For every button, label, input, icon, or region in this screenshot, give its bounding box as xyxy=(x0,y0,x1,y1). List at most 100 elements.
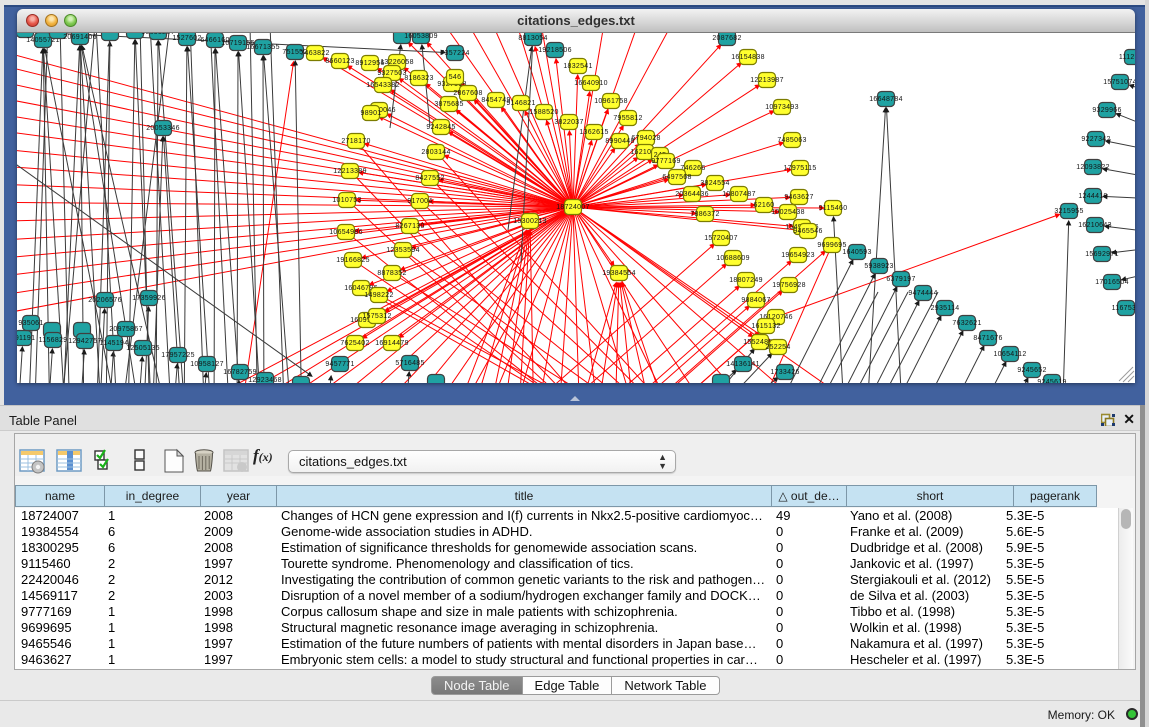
svg-text:62160: 62160 xyxy=(754,202,775,209)
svg-text:12923468: 12923468 xyxy=(248,377,282,383)
svg-text:9242845: 9242845 xyxy=(426,124,455,131)
svg-text:10025438: 10025438 xyxy=(771,209,805,216)
svg-text:1112345: 1112345 xyxy=(1119,54,1135,61)
svg-text:2718170: 2718170 xyxy=(341,138,370,145)
svg-text:2935114: 2935114 xyxy=(931,305,960,312)
svg-text:546: 546 xyxy=(449,74,462,81)
svg-text:9227342: 9227342 xyxy=(1081,136,1110,143)
svg-text:20691406: 20691406 xyxy=(63,34,97,41)
svg-text:16543382: 16543382 xyxy=(366,82,400,89)
svg-text:1588520: 1588520 xyxy=(529,109,558,116)
svg-text:10961758: 10961758 xyxy=(594,98,628,105)
svg-text:16210643: 16210643 xyxy=(1078,222,1112,229)
svg-text:9115460: 9115460 xyxy=(819,205,848,212)
svg-text:19166825: 19166825 xyxy=(336,257,370,264)
svg-text:98901: 98901 xyxy=(361,110,382,117)
svg-text:16782759: 16782759 xyxy=(223,369,257,376)
svg-text:9777169: 9777169 xyxy=(651,158,680,165)
svg-text:1575312: 1575312 xyxy=(362,313,391,320)
svg-text:391191: 391191 xyxy=(17,335,35,342)
svg-text:6379197: 6379197 xyxy=(886,276,915,283)
svg-text:1244419: 1244419 xyxy=(1078,193,1107,200)
svg-text:9245619: 9245619 xyxy=(1037,379,1066,383)
svg-text:8471676: 8471676 xyxy=(973,335,1002,342)
svg-text:8267130: 8267130 xyxy=(395,223,424,230)
svg-text:1010753: 1010753 xyxy=(332,197,361,204)
svg-text:12213987: 12213987 xyxy=(750,77,784,84)
svg-text:17957225: 17957225 xyxy=(161,352,195,359)
svg-text:1145194: 1145194 xyxy=(100,340,129,347)
svg-text:1156829: 1156829 xyxy=(39,337,68,344)
svg-text:12213389: 12213389 xyxy=(333,168,367,175)
svg-text:15300213: 15300213 xyxy=(513,218,547,225)
svg-text:10958127: 10958127 xyxy=(190,361,224,368)
svg-text:17359926: 17359926 xyxy=(132,295,166,302)
svg-text:19654923: 19654923 xyxy=(781,252,815,259)
svg-text:8878352: 8878352 xyxy=(377,270,406,277)
svg-text:18807249: 18807249 xyxy=(729,277,763,284)
svg-text:10654986: 10654986 xyxy=(329,229,363,236)
svg-text:12942757: 12942757 xyxy=(68,338,102,345)
svg-text:1733426: 1733426 xyxy=(770,369,799,376)
svg-text:3824554: 3824554 xyxy=(700,180,729,187)
svg-text:19756928: 19756928 xyxy=(772,282,806,289)
svg-text:9474444: 9474444 xyxy=(908,290,937,297)
svg-text:12093822: 12093822 xyxy=(1076,164,1110,171)
svg-text:7625402: 7625402 xyxy=(340,340,369,347)
svg-text:17016504: 17016504 xyxy=(1095,279,1129,286)
svg-text:9146821: 9146821 xyxy=(506,100,535,107)
svg-text:7632621: 7632621 xyxy=(952,320,981,327)
svg-text:20975867: 20975867 xyxy=(109,326,143,333)
svg-text:8186323: 8186323 xyxy=(404,75,433,82)
svg-text:10654112: 10654112 xyxy=(993,351,1026,358)
svg-text:3875685: 3875685 xyxy=(434,101,463,108)
svg-text:15692971: 15692971 xyxy=(1085,251,1119,258)
svg-text:15720407: 15720407 xyxy=(704,235,738,242)
svg-text:17975115: 17975115 xyxy=(783,165,816,172)
svg-text:12353594: 12353594 xyxy=(386,247,420,254)
svg-text:9884067: 9884067 xyxy=(741,297,770,304)
svg-text:9327503: 9327503 xyxy=(377,70,406,77)
svg-text:15751074: 15751074 xyxy=(1103,79,1135,86)
svg-text:1615132: 1615132 xyxy=(751,323,780,330)
svg-text:19218506: 19218506 xyxy=(538,47,572,54)
svg-text:3215955: 3215955 xyxy=(1054,208,1083,215)
svg-text:8660123: 8660123 xyxy=(325,58,354,65)
svg-text:9463627: 9463627 xyxy=(784,194,813,201)
svg-text:3822037: 3822037 xyxy=(554,119,583,126)
svg-text:12505135: 12505135 xyxy=(126,345,160,352)
svg-text:8813054: 8813054 xyxy=(518,35,547,42)
svg-text:20206576: 20206576 xyxy=(88,297,122,304)
svg-text:19384554: 19384554 xyxy=(602,270,636,277)
svg-text:2867608: 2867608 xyxy=(453,90,482,97)
svg-text:935061: 935061 xyxy=(18,320,43,327)
svg-text:9329966: 9329966 xyxy=(1092,107,1121,114)
svg-text:7485063: 7485063 xyxy=(777,137,806,144)
svg-text:1362615: 1362615 xyxy=(579,129,608,136)
svg-text:6497568: 6497568 xyxy=(662,174,691,181)
svg-text:252254: 252254 xyxy=(765,344,790,351)
svg-text:2803144: 2803144 xyxy=(421,149,450,156)
svg-text:16671355: 16671355 xyxy=(246,44,280,51)
svg-text:2087682: 2087682 xyxy=(712,35,741,42)
svg-text:14136141: 14136141 xyxy=(726,361,760,368)
svg-text:9245652: 9245652 xyxy=(1017,367,1046,374)
svg-text:1498222: 1498222 xyxy=(364,292,393,299)
svg-text:7955812: 7955812 xyxy=(613,115,642,122)
svg-text:7357224: 7357224 xyxy=(440,50,469,57)
svg-text:9457771: 9457771 xyxy=(325,361,354,368)
svg-text:18724007: 18724007 xyxy=(556,204,590,211)
svg-text:16154838: 16154838 xyxy=(731,54,765,61)
svg-text:6794028: 6794028 xyxy=(631,135,660,142)
svg-text:10653267: 10653267 xyxy=(141,33,175,36)
svg-text:1167533: 1167533 xyxy=(1112,305,1135,312)
svg-text:16914479: 16914479 xyxy=(375,340,409,347)
svg-text:10688609: 10688609 xyxy=(716,255,750,262)
svg-text:1640593: 1640593 xyxy=(842,249,871,256)
svg-text:7886372: 7886372 xyxy=(690,211,719,218)
svg-text:20053346: 20053346 xyxy=(146,125,180,132)
svg-text:5938923: 5938923 xyxy=(864,263,893,270)
svg-text:10973493: 10973493 xyxy=(765,104,799,111)
svg-text:9699695: 9699695 xyxy=(817,242,846,249)
svg-text:8990448: 8990448 xyxy=(605,138,634,145)
